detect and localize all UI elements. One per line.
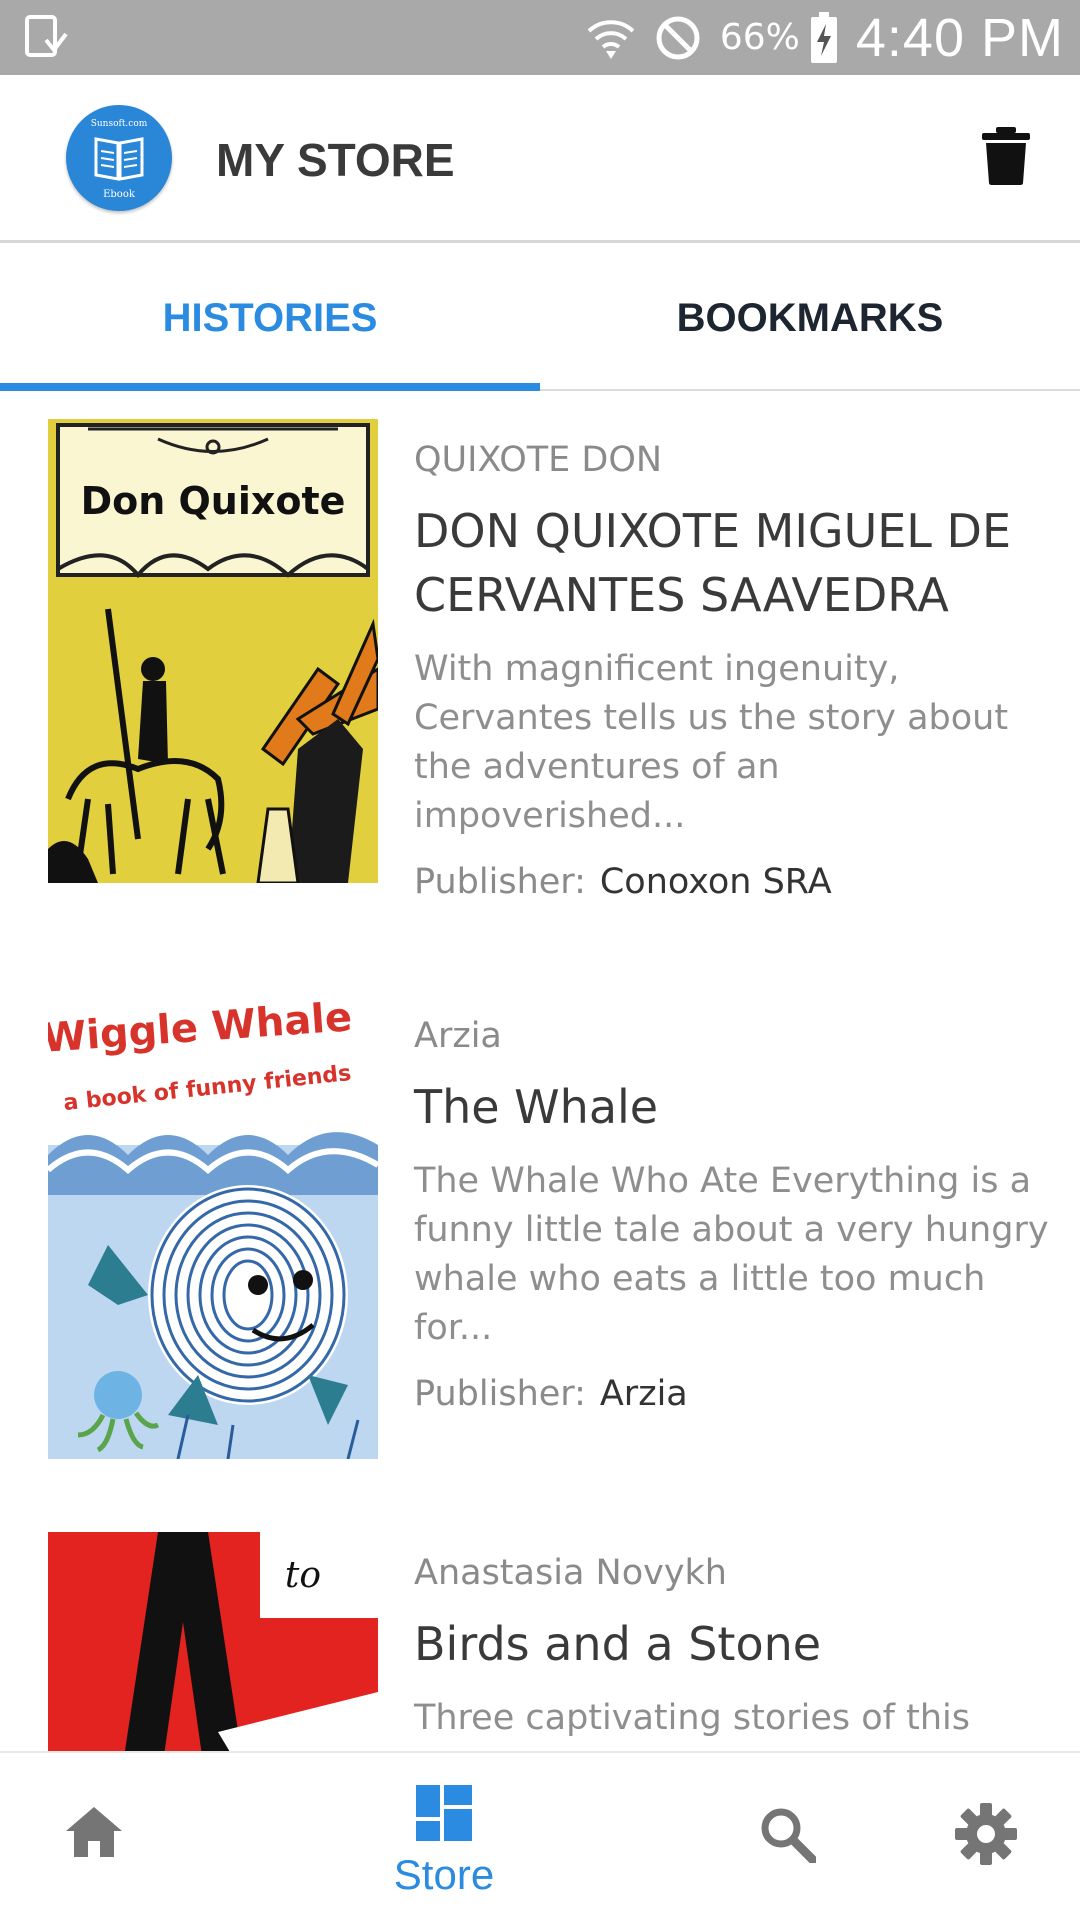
book-description: Three captivating stories of this book: (414, 1698, 970, 1751)
nav-home[interactable] (50, 1753, 170, 1922)
nav-search[interactable] (730, 1753, 850, 1922)
list-item[interactable]: Wiggle Whale a book of funny friends Arz… (0, 995, 1080, 1475)
store-icon (416, 1785, 472, 1841)
publisher-name: Arzia (599, 1374, 688, 1414)
book-description: With magnificent ingenuity, Cervantes te… (414, 649, 1009, 836)
battery-charging-icon (810, 11, 837, 63)
trash-icon[interactable] (982, 127, 1030, 185)
clock: 4:40 PM (855, 7, 1064, 68)
book-title: The Whale (414, 1080, 659, 1134)
book-info[interactable]: Arzia The Whale The Whale Who Ate Everyt… (414, 1013, 1054, 1417)
app-logo: Sunsoft.com Ebook (66, 105, 172, 211)
logo-bottom-text: Ebook (103, 189, 135, 200)
book-cover[interactable]: Don Quixote (48, 419, 378, 883)
home-icon (66, 1807, 122, 1857)
logo-top-text: Sunsoft.com (90, 119, 148, 129)
page-title: MY STORE (216, 134, 455, 186)
gear-icon (955, 1803, 1017, 1865)
list-item[interactable]: to Anastasia Novykh Birds and a Stone Th… (0, 1532, 1080, 1751)
book-info[interactable]: Anastasia Novykh Birds and a Stone Three… (414, 1550, 1054, 1751)
cover-title: Don Quixote (81, 479, 346, 523)
nav-store[interactable]: Store (374, 1753, 514, 1922)
publisher-row: Publisher: Conoxon SRA (414, 859, 1054, 905)
wifi-icon (587, 19, 635, 59)
tab-histories[interactable]: HISTORIES (0, 243, 540, 391)
birds-stone-cover-image: to (48, 1532, 378, 1751)
book-author: Arzia (414, 1016, 502, 1056)
nav-settings[interactable] (925, 1753, 1045, 1922)
book-list[interactable]: Don Quixote QUIXOTE DON DON QUIXOTE MIGU… (0, 391, 1080, 1751)
book-cover[interactable]: Wiggle Whale a book of funny friends (48, 995, 378, 1459)
download-notification-icon (25, 15, 68, 57)
open-book-icon (94, 137, 144, 181)
search-icon (761, 1808, 816, 1863)
nav-store-label: Store (393, 1851, 495, 1898)
tab-indicator (0, 383, 540, 391)
publisher-row: Publisher: Arzia (414, 1371, 1054, 1417)
do-not-disturb-icon (656, 16, 700, 59)
tab-bar: HISTORIES BOOKMARKS (0, 243, 1080, 391)
publisher-label: Publisher: (414, 1374, 586, 1414)
book-author: Anastasia Novykh (414, 1553, 727, 1593)
cover-title: to (285, 1555, 321, 1596)
book-description: The Whale Who Ate Everything is a funny … (414, 1161, 1049, 1348)
status-bar: 66% 4:40 PM (0, 0, 1080, 75)
book-title: Birds and a Stone (414, 1617, 822, 1671)
battery-percent: 66% (719, 17, 800, 58)
publisher-label: Publisher: (414, 862, 586, 902)
book-title: DON QUIXOTE MIGUEL DE CERVANTES SAAVEDRA (414, 504, 1012, 622)
book-author: QUIXOTE DON (414, 440, 663, 480)
don-quixote-cover-image: Don Quixote (48, 419, 378, 883)
bottom-navigation: Store (0, 1751, 1080, 1920)
whale-cover-image: Wiggle Whale a book of funny friends (48, 995, 378, 1459)
publisher-name: Conoxon SRA (599, 862, 832, 902)
app-bar: Sunsoft.com Ebook MY STORE (0, 75, 1080, 243)
tab-bookmarks[interactable]: BOOKMARKS (540, 243, 1080, 391)
book-info[interactable]: QUIXOTE DON DON QUIXOTE MIGUEL DE CERVAN… (414, 437, 1054, 905)
list-item[interactable]: Don Quixote QUIXOTE DON DON QUIXOTE MIGU… (0, 419, 1080, 902)
book-cover[interactable]: to (48, 1532, 378, 1751)
